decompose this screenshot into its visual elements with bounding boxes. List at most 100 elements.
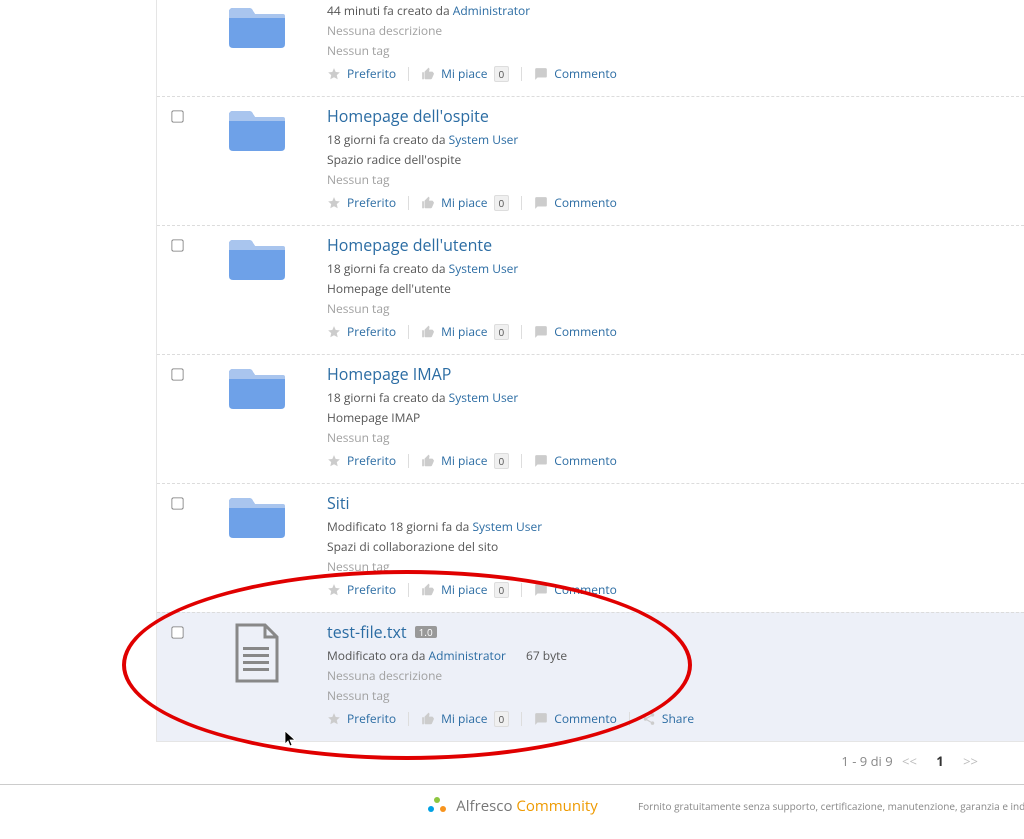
favorite-action[interactable]: Preferito	[327, 452, 396, 469]
star-icon	[327, 454, 341, 468]
select-checkbox[interactable]	[171, 368, 183, 380]
select-column	[157, 490, 187, 514]
like-action[interactable]: Mi piace 0	[421, 65, 509, 82]
star-icon	[327, 583, 341, 597]
item-title[interactable]: Homepage IMAP	[327, 363, 451, 385]
item-size: 67 byte	[526, 647, 567, 664]
select-column	[157, 361, 187, 385]
item-created-line: 44 minuti fa creato da Administrator	[327, 2, 1014, 19]
favorite-action[interactable]: Preferito	[327, 323, 396, 340]
item-title-line: Homepage dell'utente	[327, 234, 1014, 256]
item-title[interactable]: Homepage dell'utente	[327, 234, 492, 256]
item-tags: Nessun tag	[327, 558, 1014, 575]
list-item: test-file.txt1.0Modificato ora da Admini…	[157, 612, 1024, 741]
favorite-label: Preferito	[347, 65, 396, 82]
thumb-up-icon	[421, 67, 435, 81]
comment-label: Commento	[554, 710, 617, 727]
comment-action[interactable]: Commento	[534, 194, 617, 211]
separator	[521, 196, 522, 210]
like-label: Mi piace	[441, 65, 487, 82]
thumbnail[interactable]	[187, 490, 327, 550]
favorite-action[interactable]: Preferito	[327, 194, 396, 211]
thumb-up-icon	[421, 196, 435, 210]
thumbnail[interactable]	[187, 361, 327, 421]
like-action[interactable]: Mi piace0	[421, 581, 509, 598]
like-count: 0	[494, 66, 510, 82]
select-checkbox[interactable]	[171, 110, 183, 122]
like-label: Mi piace	[441, 452, 487, 469]
star-icon	[327, 67, 341, 81]
select-checkbox[interactable]	[171, 626, 183, 638]
select-checkbox[interactable]	[171, 239, 183, 251]
document-list: 44 minuti fa creato da Administrator Ness…	[156, 0, 1024, 741]
item-meta: Homepage IMAP18 giorni fa creato da Syst…	[327, 361, 1024, 483]
paginator-next[interactable]: >>	[963, 752, 978, 770]
comment-action[interactable]: Commento	[534, 323, 617, 340]
item-title[interactable]: test-file.txt	[327, 621, 407, 643]
thumbnail[interactable]	[187, 232, 327, 292]
item-description: Spazio radice dell'ospite	[327, 151, 1014, 168]
comment-icon	[534, 583, 548, 597]
comment-icon	[534, 196, 548, 210]
star-icon	[327, 712, 341, 726]
favorite-action[interactable]: Preferito	[327, 710, 396, 727]
user-link[interactable]: Administrator	[453, 2, 530, 19]
item-actions: Preferito Mi piace0 Commento	[327, 194, 1014, 219]
favorite-label: Preferito	[347, 452, 396, 469]
like-label: Mi piace	[441, 710, 487, 727]
item-title[interactable]: Homepage dell'ospite	[327, 105, 489, 127]
select-column	[157, 232, 187, 256]
item-created-line: 18 giorni fa creato da System User	[327, 131, 1014, 148]
item-description: Nessuna descrizione	[327, 22, 1014, 39]
share-label: Share	[662, 710, 694, 727]
item-tags: Nessun tag	[327, 300, 1014, 317]
separator	[521, 583, 522, 597]
favorite-label: Preferito	[347, 323, 396, 340]
like-action[interactable]: Mi piace0	[421, 323, 509, 340]
like-action[interactable]: Mi piace0	[421, 194, 509, 211]
select-column	[157, 103, 187, 127]
user-link[interactable]: Administrator	[429, 647, 506, 664]
share-action[interactable]: Share	[642, 710, 694, 727]
share-icon	[642, 712, 656, 726]
like-action[interactable]: Mi piace 0	[421, 452, 509, 469]
separator	[408, 712, 409, 726]
comment-action[interactable]: Commento	[534, 581, 617, 598]
list-item: Homepage dell'utente18 giorni fa creato …	[157, 225, 1024, 354]
separator	[521, 325, 522, 339]
item-actions: Preferito Mi piace 0 Commento	[327, 452, 1014, 477]
star-icon	[327, 325, 341, 339]
thumb-up-icon	[421, 583, 435, 597]
item-title[interactable]: Siti	[327, 492, 350, 514]
thumbnail[interactable]	[187, 103, 327, 163]
paginator: 1 - 9 di 9 << 1 >>	[156, 741, 1024, 780]
comment-label: Commento	[554, 194, 617, 211]
thumbnail[interactable]	[187, 619, 327, 693]
comment-action[interactable]: Commento	[534, 65, 617, 82]
item-actions: Preferito Mi piace0 Commento	[327, 581, 1014, 606]
comment-icon	[534, 712, 548, 726]
select-checkbox[interactable]	[171, 497, 183, 509]
favorite-label: Preferito	[347, 194, 396, 211]
item-tags: Nessun tag	[327, 42, 1014, 59]
footer-brand: Alfresco Community	[456, 796, 597, 816]
user-link[interactable]: System User	[449, 260, 519, 277]
comment-action[interactable]: Commento	[534, 452, 617, 469]
comment-icon	[534, 454, 548, 468]
user-link[interactable]: System User	[449, 131, 519, 148]
thumbnail[interactable]	[187, 0, 327, 60]
like-count: 0	[494, 453, 510, 469]
favorite-action[interactable]: Preferito	[327, 65, 396, 82]
comment-action[interactable]: Commento	[534, 710, 617, 727]
item-title-line: Siti	[327, 492, 1014, 514]
item-title-line: Homepage dell'ospite	[327, 105, 1014, 127]
favorite-action[interactable]: Preferito	[327, 581, 396, 598]
user-link[interactable]: System User	[472, 518, 542, 535]
user-link[interactable]: System User	[449, 389, 519, 406]
like-action[interactable]: Mi piace0	[421, 710, 509, 727]
list-item: SitiModificato 18 giorni fa da System Us…	[157, 483, 1024, 612]
paginator-prev[interactable]: <<	[902, 752, 917, 770]
paginator-summary: 1 - 9 di 9	[841, 752, 892, 770]
separator	[408, 325, 409, 339]
item-description: Spazi di collaborazione del sito	[327, 538, 1014, 555]
